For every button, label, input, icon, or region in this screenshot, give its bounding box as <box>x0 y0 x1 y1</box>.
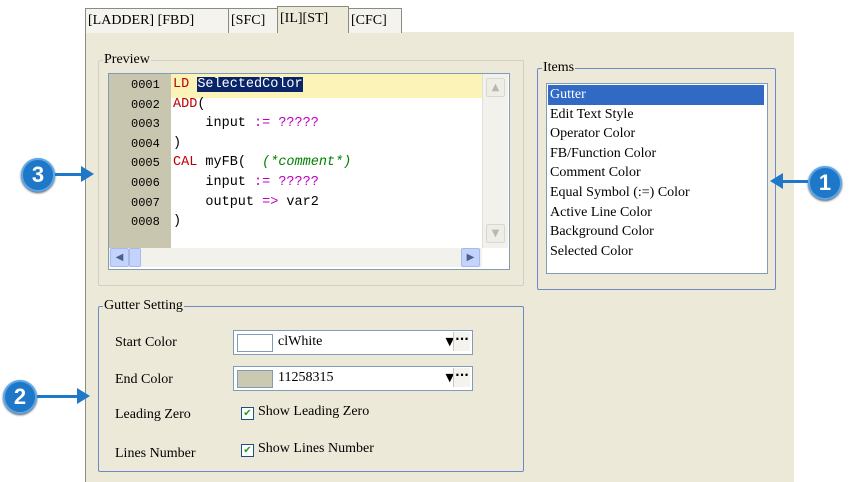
code-token: ADD <box>173 96 198 112</box>
end-color-ellipsis-button[interactable]: ··· <box>453 368 470 387</box>
leading-zero-label: Leading Zero <box>115 407 191 422</box>
lines-number-checkbox-label[interactable]: Show Lines Number <box>258 441 374 457</box>
line-number: 0001 <box>131 78 160 92</box>
start-color-value: clWhite <box>278 334 323 349</box>
lines-number-checkbox[interactable]: ✔ <box>241 444 254 457</box>
code-token: ( <box>197 96 206 112</box>
arrow-right-icon <box>81 166 94 182</box>
start-color-swatch <box>237 334 273 352</box>
code-line: LD SelectedColor <box>173 75 303 94</box>
scroll-left-icon[interactable]: ◀ <box>110 248 129 267</box>
code-line: input := ????? <box>173 173 319 192</box>
code-line: ) <box>173 134 181 153</box>
tab-sfc[interactable]: [SFC] <box>228 8 278 33</box>
tab-ladder-fbd[interactable]: [LADDER] [FBD] <box>85 8 241 33</box>
line-number: 0004 <box>131 136 160 151</box>
end-color-value: 11258315 <box>278 370 334 385</box>
arrow-left-icon <box>770 173 783 189</box>
line-number: 0008 <box>131 215 160 230</box>
code-token: := <box>254 116 271 132</box>
line-number: 0006 <box>131 176 160 190</box>
items-list-item[interactable]: Equal Symbol (:=) Color <box>548 183 764 203</box>
line-number: 0003 <box>131 117 160 132</box>
code-token: ) <box>173 214 182 230</box>
gutter-setting-legend: Gutter Setting <box>104 298 183 313</box>
tab-il-st[interactable]: [IL][ST] <box>277 6 349 33</box>
code-token: => <box>262 194 279 210</box>
code-token: CAL <box>173 155 198 171</box>
lines-number-label: Lines Number <box>115 446 196 461</box>
code-token: ????? <box>278 116 319 132</box>
start-color-label: Start Color <box>115 335 177 350</box>
items-list-item[interactable]: Active Line Color <box>548 203 764 223</box>
preview-legend: Preview <box>104 52 150 67</box>
code-token: input <box>173 175 255 190</box>
leading-zero-checkbox[interactable]: ✔ <box>241 407 254 420</box>
code-lines: 0001 LD SelectedColor 0002 ADD(0003 input :… <box>109 75 481 247</box>
items-list-item[interactable]: Comment Color <box>548 163 764 183</box>
code-token: LD <box>173 77 190 92</box>
arrow-right-icon <box>77 388 90 404</box>
scroll-down-icon[interactable]: ▼ <box>486 224 505 243</box>
items-list-item[interactable]: FB/Function Color <box>548 144 764 164</box>
horizontal-scrollbar[interactable]: ◀ ▶ <box>109 248 482 267</box>
code-token: var2 <box>278 194 319 210</box>
items-list-item[interactable]: Selected Color <box>548 242 764 262</box>
callout-arrow-2 <box>37 395 77 398</box>
code-token: (*comment*) <box>262 155 352 171</box>
callout-arrow-3 <box>55 173 81 176</box>
code-line: CAL myFB( (*comment*) <box>173 153 351 172</box>
end-color-label: End Color <box>115 372 173 387</box>
callout-badge-3: 3 <box>21 158 55 192</box>
code-token: myFB( <box>197 155 263 171</box>
callout-arrow-1 <box>782 180 808 183</box>
items-list-item[interactable]: Background Color <box>548 222 764 242</box>
line-number: 0007 <box>131 195 160 210</box>
items-legend: Items <box>543 60 575 75</box>
code-token: ) <box>173 135 182 151</box>
code-line: ) <box>173 212 181 231</box>
items-listbox[interactable]: Gutter Edit Text Style Operator Color FB/Fu… <box>546 83 768 274</box>
end-color-combo[interactable]: 11258315 ▼ ··· <box>233 366 473 391</box>
end-color-swatch <box>237 370 273 388</box>
code-token: SelectedColor <box>197 77 303 92</box>
vertical-scrollbar[interactable]: ▲ ▼ <box>482 74 508 248</box>
code-token: ????? <box>278 175 319 190</box>
items-list-item[interactable]: Gutter <box>548 85 764 105</box>
start-color-ellipsis-button[interactable]: ··· <box>453 332 470 351</box>
code-token: := <box>254 175 271 190</box>
line-number: 0005 <box>131 156 160 171</box>
leading-zero-checkbox-label[interactable]: Show Leading Zero <box>258 404 369 420</box>
code-token: input <box>173 116 255 132</box>
scroll-right-icon[interactable]: ▶ <box>461 248 480 267</box>
scroll-up-icon[interactable]: ▲ <box>486 78 505 97</box>
code-token: output <box>173 194 263 210</box>
callout-badge-1: 1 <box>808 166 842 200</box>
code-line: output => var2 <box>173 193 319 212</box>
items-list-item[interactable]: Operator Color <box>548 124 764 144</box>
start-color-combo[interactable]: clWhite ▼ ··· <box>233 330 473 355</box>
code-line: input := ????? <box>173 114 319 133</box>
code-line: ADD( <box>173 95 205 114</box>
line-number: 0002 <box>131 97 160 112</box>
scroll-thumb[interactable] <box>129 248 141 267</box>
callout-badge-2: 2 <box>3 380 37 414</box>
tab-cfc[interactable]: [CFC] <box>348 8 402 33</box>
items-list-item[interactable]: Edit Text Style <box>548 105 764 125</box>
